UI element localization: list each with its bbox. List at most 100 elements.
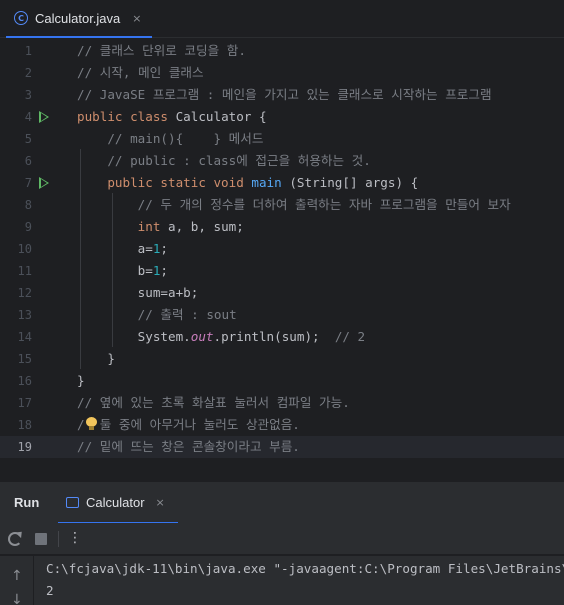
close-icon[interactable]: × xyxy=(156,496,165,509)
tab-calculator-java[interactable]: C Calculator.java × xyxy=(6,0,152,38)
code-editor[interactable]: 1 // 클래스 단위로 코딩을 함. 2 // 시작, 메인 클래스 3 //… xyxy=(0,39,564,481)
rerun-icon[interactable] xyxy=(8,532,22,546)
run-panel-header: Run Calculator × xyxy=(0,481,564,524)
console-output: C:\fcjava\jdk-11\bin\java.exe "-javaagen… xyxy=(46,558,564,602)
line-number: 14 xyxy=(17,330,32,344)
code-line: 14 System.out.println(sum); // 2 xyxy=(0,326,564,348)
code-text: sum=a+b; xyxy=(77,285,199,300)
inline-comment: // 2 xyxy=(334,329,366,344)
code-line: 2 // 시작, 메인 클래스 xyxy=(0,62,564,84)
keyword: int xyxy=(77,219,161,234)
code-segment: .println(sum); xyxy=(213,329,335,344)
function-name: main xyxy=(243,175,282,190)
tab-label: Calculator.java xyxy=(35,10,121,26)
console-side-toolbar: ↑ ↓ xyxy=(0,556,34,605)
code-segment: System. xyxy=(77,329,191,344)
line-number: 2 xyxy=(24,66,32,80)
code-segment: a= xyxy=(77,241,153,256)
code-text: // main(){ } 메서드 xyxy=(77,131,264,146)
code-segment: 둘 중에 아무거나 눌러도 상관없음. xyxy=(84,417,300,432)
run-class-icon[interactable] xyxy=(39,111,49,123)
code-text: System.out.println(sum); // 2 xyxy=(77,326,366,348)
code-text: / 둘 중에 아무거나 눌러도 상관없음. xyxy=(77,414,300,436)
line-number: 18 xyxy=(17,418,32,432)
line-number: 5 xyxy=(24,132,32,146)
code-text: // JavaSE 프로그램 : 메인을 가지고 있는 클래스로 시작하는 프로… xyxy=(77,87,492,102)
run-panel-title: Run xyxy=(14,495,40,510)
line-number: 8 xyxy=(24,198,32,212)
code-text: int a, b, sum; xyxy=(77,216,244,238)
code-text: public class Calculator { xyxy=(77,106,267,128)
line-number: 4 xyxy=(24,110,32,124)
code-segment: ; xyxy=(160,241,169,256)
line-number: 6 xyxy=(24,154,32,168)
code-text: } xyxy=(77,351,115,366)
editor-tab-bar: C Calculator.java × xyxy=(0,0,564,38)
line-number: 12 xyxy=(17,286,32,300)
run-toolbar: ⋮ xyxy=(0,523,564,555)
keyword: public static void xyxy=(77,175,244,190)
code-line: 13 // 출력 : sout xyxy=(0,304,564,326)
code-line: 16 } xyxy=(0,370,564,392)
code-line: 5 // main(){ } 메서드 xyxy=(0,128,564,150)
code-line: 7 public static void main (String[] args… xyxy=(0,172,564,194)
code-line: 1 // 클래스 단위로 코딩을 함. xyxy=(0,40,564,62)
code-segment: / xyxy=(77,417,85,432)
arrow-down-icon[interactable]: ↓ xyxy=(11,592,23,605)
code-line: 17 // 옆에 있는 초록 화살표 눌러서 컴파일 가능. xyxy=(0,392,564,414)
static-field: out xyxy=(190,329,214,344)
code-line: 11 b=1; xyxy=(0,260,564,282)
keyword: public class xyxy=(77,109,168,124)
code-line: 3 // JavaSE 프로그램 : 메인을 가지고 있는 클래스로 시작하는 … xyxy=(0,84,564,106)
line-number: 7 xyxy=(24,176,32,190)
code-segment: (String[] args) { xyxy=(281,175,419,190)
close-icon[interactable]: × xyxy=(132,12,141,25)
line-number: 13 xyxy=(17,308,32,322)
line-number: 3 xyxy=(24,88,32,102)
code-line: 4 public class Calculator { xyxy=(0,106,564,128)
line-number: 9 xyxy=(24,220,32,234)
code-line: 9 int a, b, sum; xyxy=(0,216,564,238)
run-config-icon xyxy=(66,496,79,508)
code-line: 18 / 둘 중에 아무거나 눌러도 상관없음. xyxy=(0,414,564,436)
tab-calculator-run[interactable]: Calculator × xyxy=(58,482,178,524)
code-text: // 클래스 단위로 코딩을 함. xyxy=(77,43,246,58)
line-number: 16 xyxy=(17,374,32,388)
more-options-icon[interactable]: ⋮ xyxy=(68,529,82,547)
code-segment: ; xyxy=(160,263,169,278)
line-number: 1 xyxy=(24,44,32,58)
code-line: 8 // 두 개의 정수를 더하여 출력하는 자바 프로그램을 만들어 보자 xyxy=(0,194,564,216)
code-line: 15 } xyxy=(0,348,564,370)
code-line-current: 19 // 밑에 뜨는 창은 콘솔창이라고 부름. xyxy=(0,436,564,458)
code-text: b=1; xyxy=(77,260,168,282)
code-text: // public : class에 접근을 허용하는 것. xyxy=(77,153,371,168)
java-class-icon: C xyxy=(14,11,28,25)
code-line: 12 sum=a+b; xyxy=(0,282,564,304)
line-number: 15 xyxy=(17,352,32,366)
code-line: 6 // public : class에 접근을 허용하는 것. xyxy=(0,150,564,172)
code-text: // 두 개의 정수를 더하여 출력하는 자바 프로그램을 만들어 보자 xyxy=(77,197,511,212)
stop-icon[interactable] xyxy=(35,533,47,545)
code-line: 10 a=1; xyxy=(0,238,564,260)
console-line: 2 xyxy=(46,583,54,598)
code-text: public static void main (String[] args) … xyxy=(77,172,418,194)
console-line: C:\fcjava\jdk-11\bin\java.exe "-javaagen… xyxy=(46,561,564,576)
line-number: 11 xyxy=(17,264,32,278)
line-number: 10 xyxy=(17,242,32,256)
code-text: // 옆에 있는 초록 화살표 눌러서 컴파일 가능. xyxy=(77,395,350,410)
lightbulb-icon[interactable] xyxy=(86,417,97,430)
code-text: // 밑에 뜨는 창은 콘솔창이라고 부름. xyxy=(77,439,300,454)
code-segment: a, b, sum; xyxy=(160,219,244,234)
line-number: 19 xyxy=(17,440,32,454)
run-console[interactable]: ↑ ↓ C:\fcjava\jdk-11\bin\java.exe "-java… xyxy=(0,556,564,605)
run-main-icon[interactable] xyxy=(39,177,49,189)
line-number: 17 xyxy=(17,396,32,410)
code-text: } xyxy=(77,373,85,388)
code-text: // 출력 : sout xyxy=(77,307,237,322)
code-segment: b= xyxy=(77,263,153,278)
code-text: // 시작, 메인 클래스 xyxy=(77,65,204,80)
toolbar-separator xyxy=(58,531,59,547)
arrow-up-icon[interactable]: ↑ xyxy=(11,568,23,584)
code-segment: Calculator { xyxy=(168,109,267,124)
run-tab-label: Calculator xyxy=(86,494,145,510)
